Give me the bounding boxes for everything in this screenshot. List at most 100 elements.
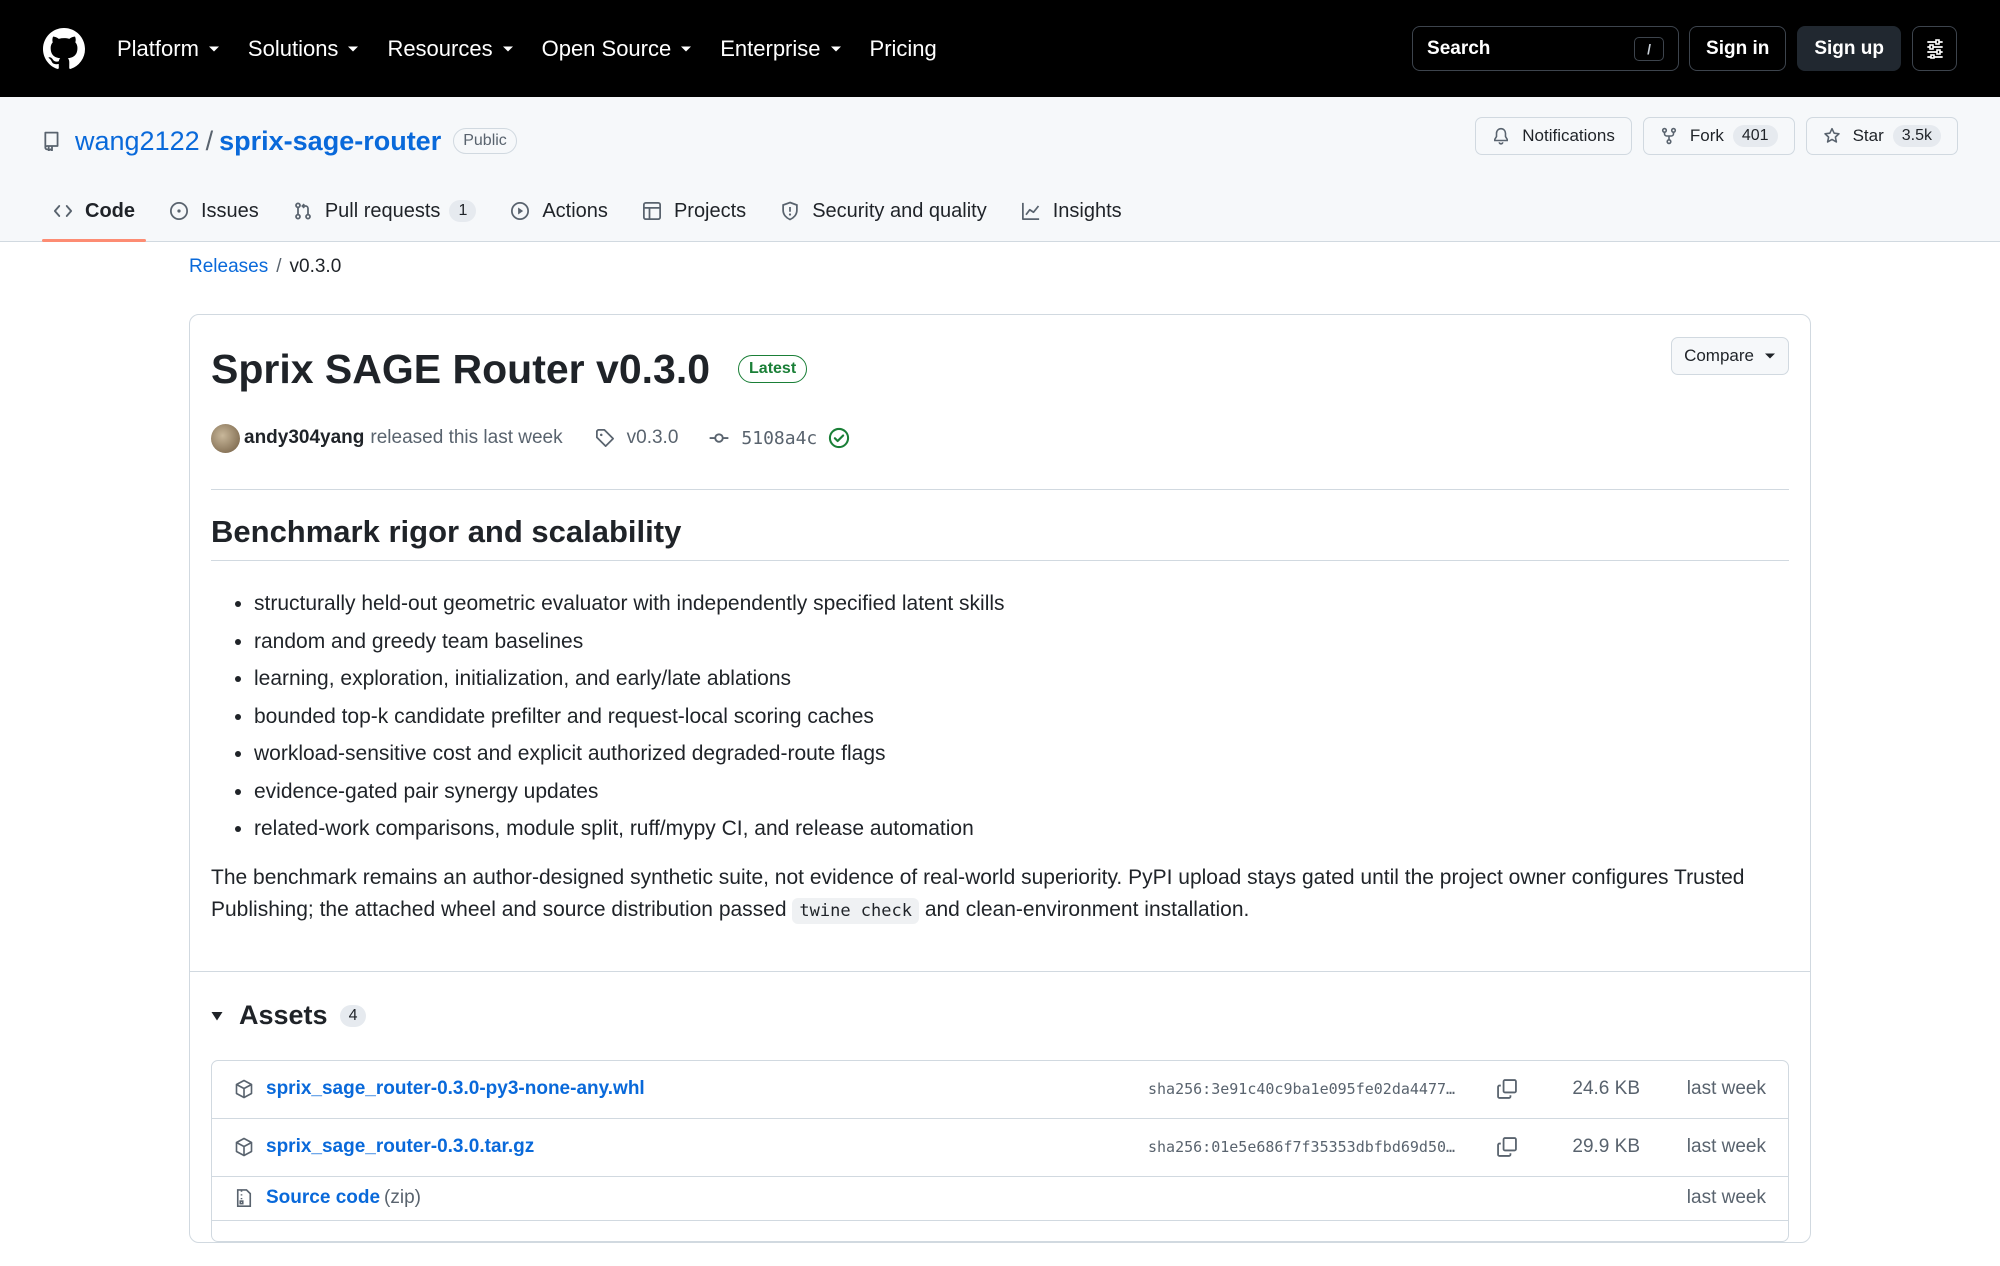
repo-title: wang2122 / sprix-sage-router Public bbox=[43, 119, 517, 163]
pull-requests-count: 1 bbox=[449, 200, 477, 222]
list-item: evidence-gated pair synergy updates bbox=[254, 773, 1789, 811]
sliders-icon bbox=[1926, 38, 1943, 59]
sign-up-button[interactable]: Sign up bbox=[1797, 26, 1901, 71]
breadcrumb-current: v0.3.0 bbox=[289, 256, 342, 277]
list-item: structurally held-out geometric evaluato… bbox=[254, 585, 1789, 623]
triangle-down-icon bbox=[211, 1011, 223, 1020]
asset-row bbox=[212, 1221, 1788, 1241]
repo-path-separator: / bbox=[205, 125, 214, 156]
global-nav: Platform Solutions Resources Open Source… bbox=[117, 36, 965, 62]
fork-icon bbox=[1661, 127, 1676, 145]
released-text: released this last week bbox=[370, 427, 563, 448]
list-item: bounded top-k candidate prefilter and re… bbox=[254, 698, 1789, 736]
asset-date: last week bbox=[1686, 1078, 1766, 1099]
header-actions: Search / Sign in Sign up bbox=[1412, 26, 1957, 71]
assets-count: 4 bbox=[339, 1004, 367, 1027]
fork-button[interactable]: Fork 401 bbox=[1642, 117, 1795, 155]
search-input[interactable]: Search / bbox=[1412, 26, 1680, 71]
nav-enterprise[interactable]: Enterprise bbox=[720, 36, 841, 62]
code-icon bbox=[53, 205, 73, 217]
tag-link[interactable]: v0.3.0 bbox=[595, 427, 679, 449]
graph-icon bbox=[1021, 202, 1039, 220]
notifications-button[interactable]: Notifications bbox=[1475, 117, 1632, 155]
caret-down-icon bbox=[348, 46, 359, 51]
latest-badge: Latest bbox=[738, 355, 808, 383]
nav-resources[interactable]: Resources bbox=[387, 36, 513, 62]
sign-in-button[interactable]: Sign in bbox=[1689, 26, 1787, 71]
release-notes-list: structurally held-out geometric evaluato… bbox=[254, 585, 1789, 848]
notifications-label: Notifications bbox=[1522, 126, 1615, 145]
inline-code: twine check bbox=[792, 897, 919, 924]
github-logo-icon[interactable] bbox=[43, 27, 85, 70]
copy-icon[interactable] bbox=[1496, 1136, 1518, 1158]
assets-section: Assets 4 sprix_sage_router-0.3.0-py3-non… bbox=[190, 970, 1810, 1242]
nav-platform[interactable]: Platform bbox=[117, 36, 220, 62]
shield-icon bbox=[782, 201, 798, 221]
nav-open-source-label: Open Source bbox=[541, 35, 672, 61]
source-code-label: Source code bbox=[266, 1187, 381, 1208]
global-header: Platform Solutions Resources Open Source… bbox=[0, 0, 2000, 97]
author-link[interactable]: andy304yang bbox=[244, 427, 364, 449]
list-item: random and greedy team baselines bbox=[254, 623, 1789, 661]
sliders-menu-button[interactable] bbox=[1912, 26, 1957, 71]
compare-label: Compare bbox=[1684, 346, 1754, 365]
search-shortcut-key: / bbox=[1634, 36, 1665, 61]
caret-down-icon bbox=[1765, 353, 1775, 359]
avatar[interactable] bbox=[211, 423, 240, 453]
repo-name-link[interactable]: sprix-sage-router bbox=[219, 126, 441, 157]
fork-label: Fork bbox=[1689, 126, 1724, 145]
releases-link[interactable]: Releases bbox=[189, 256, 268, 278]
nav-pricing[interactable]: Pricing bbox=[870, 36, 937, 62]
asset-sha: sha256:3e91c40c9ba1e095fe02da4477… bbox=[1148, 1080, 1456, 1098]
release-body: Sprix SAGE Router v0.3.0 Latest andy304y… bbox=[190, 315, 1810, 927]
commit-icon bbox=[710, 433, 729, 443]
release-header: Sprix SAGE Router v0.3.0 Latest bbox=[211, 339, 1789, 399]
bell-icon bbox=[1494, 127, 1509, 145]
tag-label: v0.3.0 bbox=[626, 427, 679, 448]
asset-date: last week bbox=[1686, 1136, 1766, 1157]
star-label: Star bbox=[1852, 126, 1884, 145]
asset-sha: sha256:01e5e686f7f35353dbfbd69d50… bbox=[1148, 1138, 1456, 1156]
asset-date: last week bbox=[1686, 1187, 1766, 1208]
visibility-badge: Public bbox=[453, 128, 517, 154]
asset-download-link[interactable]: sprix_sage_router-0.3.0.tar.gz bbox=[266, 1136, 534, 1158]
commit-link[interactable]: 5108a4c bbox=[709, 427, 862, 449]
repo-actions: Notifications Fork 401 Star 3.5k bbox=[1464, 117, 1958, 155]
list-item: learning, exploration, initialization, a… bbox=[254, 660, 1789, 698]
release-meta: andy304yang released this last week v0.3… bbox=[211, 421, 1789, 455]
assets-title: Assets bbox=[239, 1000, 328, 1030]
tab-code[interactable]: Code bbox=[42, 181, 146, 242]
asset-size: 24.6 KB bbox=[1572, 1078, 1640, 1099]
pull-request-icon bbox=[294, 202, 311, 220]
breadcrumb: Releases / v0.3.0 bbox=[189, 220, 1811, 314]
copy-icon[interactable] bbox=[1496, 1078, 1518, 1100]
package-icon bbox=[235, 1079, 253, 1099]
asset-row: sprix_sage_router-0.3.0.tar.gz sha256:01… bbox=[212, 1119, 1788, 1177]
nav-solutions-label: Solutions bbox=[247, 35, 339, 61]
table-icon bbox=[642, 202, 661, 220]
star-icon bbox=[1823, 127, 1840, 143]
asset-download-link[interactable]: sprix_sage_router-0.3.0-py3-none-any.whl bbox=[266, 1078, 645, 1100]
nav-platform-label: Platform bbox=[117, 35, 199, 61]
verified-check-icon[interactable] bbox=[828, 427, 850, 449]
package-icon bbox=[235, 1137, 253, 1157]
tag-icon bbox=[595, 429, 614, 447]
caret-down-icon bbox=[208, 46, 219, 51]
asset-row: Source code (zip) last week bbox=[212, 1177, 1788, 1221]
list-item: workload-sensitive cost and explicit aut… bbox=[254, 735, 1789, 773]
commit-sha: 5108a4c bbox=[741, 427, 818, 449]
star-button[interactable]: Star 3.5k bbox=[1805, 117, 1958, 155]
fork-count: 401 bbox=[1732, 125, 1778, 147]
source-code-zip-link[interactable]: Source code (zip) bbox=[266, 1187, 421, 1209]
paragraph-text-end: and clean-environment installation. bbox=[918, 897, 1250, 921]
nav-enterprise-label: Enterprise bbox=[720, 35, 821, 61]
nav-open-source[interactable]: Open Source bbox=[542, 36, 693, 62]
compare-button[interactable]: Compare bbox=[1671, 337, 1789, 375]
repo-owner-link[interactable]: wang2122 bbox=[75, 126, 200, 157]
nav-solutions[interactable]: Solutions bbox=[248, 36, 360, 62]
file-zip-icon bbox=[236, 1189, 252, 1207]
asset-row: sprix_sage_router-0.3.0-py3-none-any.whl… bbox=[212, 1061, 1788, 1119]
source-code-format: (zip) bbox=[384, 1187, 421, 1208]
assets-toggle[interactable]: Assets 4 bbox=[211, 996, 1789, 1036]
caret-down-icon bbox=[681, 46, 692, 51]
